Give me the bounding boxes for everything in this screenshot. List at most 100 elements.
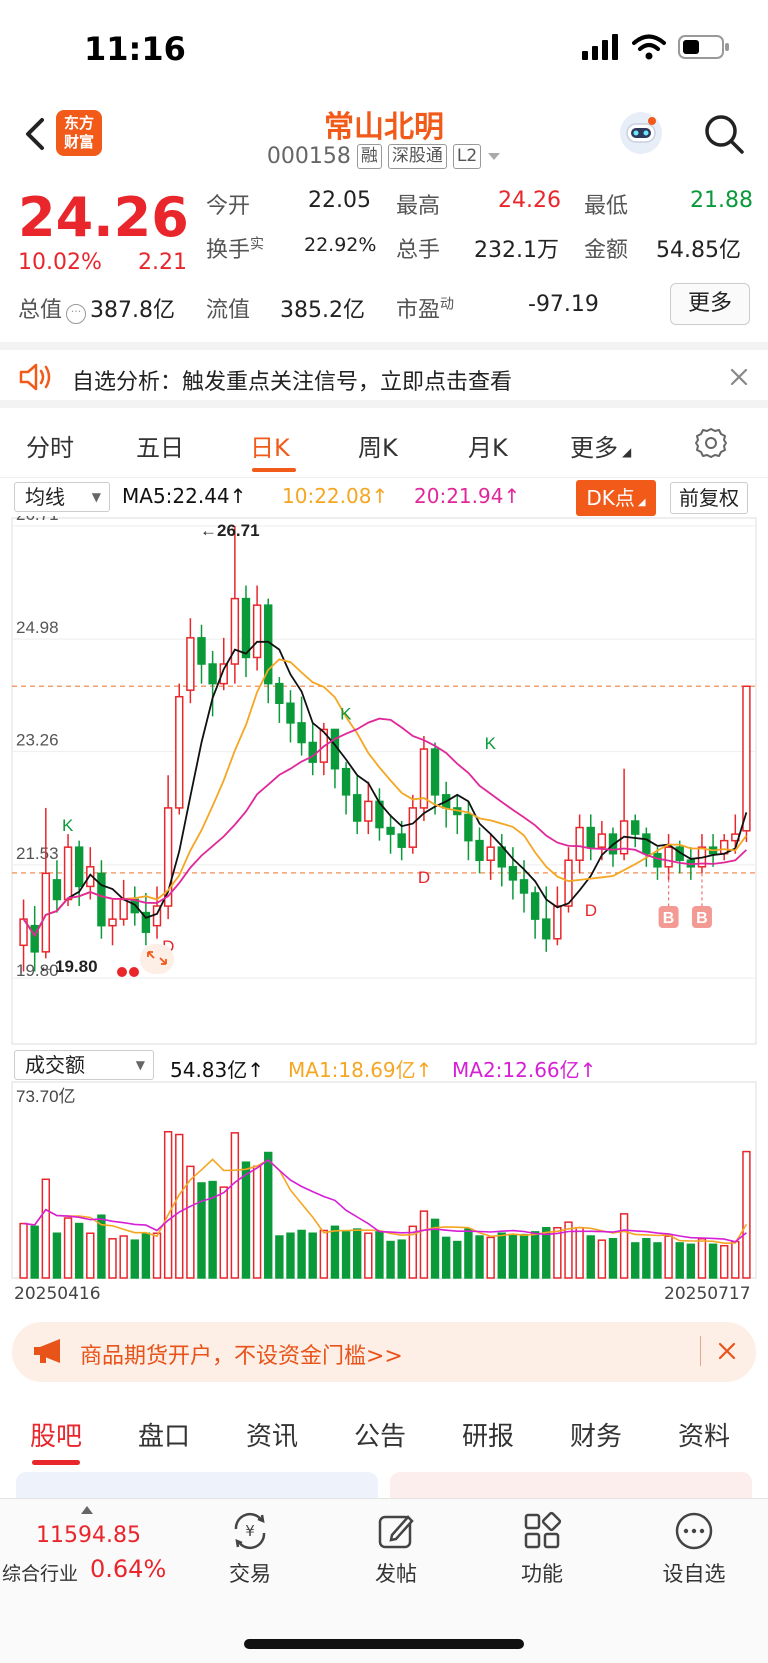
volume-max-label: 73.70亿 bbox=[16, 1087, 76, 1106]
functions-button[interactable]: 功能 bbox=[492, 1509, 592, 1588]
tab-monthly-k[interactable]: 月K bbox=[468, 428, 508, 463]
volume-bar bbox=[453, 1240, 462, 1279]
candle-down bbox=[97, 860, 106, 939]
tab-more[interactable]: 更多 ◢ bbox=[570, 428, 631, 463]
open-value: 22.05 bbox=[308, 188, 371, 213]
info-icon: ··· bbox=[66, 304, 87, 324]
volume-bar bbox=[364, 1232, 373, 1279]
candle-body bbox=[197, 637, 206, 665]
tab-guba[interactable]: 股吧 bbox=[30, 1416, 82, 1453]
buy-signal-text: B bbox=[696, 910, 708, 927]
open-label: 今开 bbox=[206, 194, 251, 219]
volume-value: 232.1万 bbox=[474, 238, 559, 263]
high-label: 最高 bbox=[396, 194, 441, 219]
tab-announcements[interactable]: 公告 bbox=[354, 1416, 406, 1453]
turnover-amount: 54.83亿↑ bbox=[170, 1058, 265, 1082]
candle-body bbox=[530, 892, 540, 920]
bottom-toolbar: 11594.85 综合行业 0.64% ¥ 交易 发帖 功能 设自选 bbox=[0, 1498, 768, 1663]
volume-ma1: MA1:18.69亿↑ bbox=[288, 1058, 433, 1082]
volume-bar bbox=[286, 1232, 295, 1279]
dk-signal-button[interactable]: DK点 ◢ bbox=[576, 480, 656, 516]
candle-up bbox=[697, 834, 707, 874]
volume-bar bbox=[575, 1226, 584, 1279]
signal-marker: K bbox=[340, 705, 352, 724]
settings-gear-icon[interactable] bbox=[694, 426, 728, 460]
futures-ad-banner[interactable]: 商品期货开户，不设资金门槛>> bbox=[12, 1322, 756, 1382]
event-dot bbox=[117, 967, 127, 977]
candle-up bbox=[175, 683, 184, 815]
candle-up bbox=[108, 899, 117, 946]
volume-ma-line bbox=[23, 1158, 747, 1243]
candle-up bbox=[186, 618, 195, 704]
index-percent: 0.64% bbox=[90, 1555, 167, 1583]
caret-down-icon bbox=[488, 152, 501, 160]
indicator-select[interactable]: 均线 ▼ bbox=[14, 482, 110, 512]
ad-close-icon[interactable] bbox=[718, 1342, 736, 1360]
tab-five-day[interactable]: 五日 bbox=[136, 428, 184, 463]
active-content-tab-indicator bbox=[32, 1460, 80, 1465]
assistant-robot-icon[interactable] bbox=[618, 110, 664, 156]
volume-svg[interactable]: 73.70亿 bbox=[0, 1080, 768, 1280]
volume-bar bbox=[130, 1239, 139, 1279]
tab-weekly-k[interactable]: 周K bbox=[358, 428, 398, 463]
tab-intraday[interactable]: 分时 bbox=[26, 428, 74, 463]
candle-body bbox=[119, 898, 128, 920]
change-percent: 10.02% bbox=[18, 250, 102, 275]
kline-svg[interactable]: 26.7124.9823.2621.5319.80 ←26.71←19.80KK… bbox=[0, 505, 768, 1046]
tab-order-book[interactable]: 盘口 bbox=[138, 1416, 190, 1453]
candle-body bbox=[63, 846, 73, 901]
ad-text: 商品期货开户，不设资金门槛>> bbox=[80, 1344, 403, 1369]
volume-indicator-select[interactable]: 成交额 ▼ bbox=[14, 1050, 154, 1080]
candle-down bbox=[441, 781, 451, 828]
volume-chart[interactable]: 73.70亿 bbox=[0, 1080, 768, 1280]
volume-bar bbox=[219, 1186, 228, 1279]
last-price: 24.26 bbox=[18, 186, 189, 249]
volume-bar bbox=[230, 1132, 240, 1279]
more-button[interactable]: 更多 bbox=[670, 283, 750, 325]
volume-bar bbox=[486, 1236, 495, 1279]
candle-body bbox=[653, 852, 662, 868]
volume-label: 总手 bbox=[396, 238, 441, 263]
svg-text:¥: ¥ bbox=[245, 1522, 255, 1540]
tab-financials[interactable]: 财务 bbox=[570, 1416, 622, 1453]
volume-bar bbox=[297, 1229, 306, 1279]
candle-body bbox=[475, 839, 484, 862]
high-value: 24.26 bbox=[498, 188, 561, 213]
search-icon[interactable] bbox=[702, 112, 746, 156]
tab-daily-k[interactable]: 日K bbox=[250, 428, 290, 463]
industry-index[interactable]: 11594.85 综合行业 0.64% bbox=[0, 1499, 170, 1609]
tab-profile[interactable]: 资料 bbox=[678, 1416, 730, 1453]
candle-body bbox=[430, 748, 440, 796]
tab-research[interactable]: 研报 bbox=[462, 1416, 514, 1453]
volume-bar bbox=[653, 1242, 662, 1279]
volume-bar bbox=[241, 1161, 251, 1279]
pe-value: -97.19 bbox=[528, 292, 599, 317]
volume-bar bbox=[86, 1232, 95, 1279]
amount-label: 金额 bbox=[584, 238, 629, 263]
adjust-button[interactable]: 前复权 bbox=[670, 482, 748, 514]
signal-marker: D bbox=[585, 901, 597, 920]
add-watchlist-button[interactable]: 设自选 bbox=[644, 1509, 744, 1588]
market-cap[interactable]: 总值 ··· 387.8亿 bbox=[18, 292, 175, 324]
tab-news[interactable]: 资讯 bbox=[246, 1416, 298, 1453]
volume-bar bbox=[619, 1213, 629, 1279]
trade-button[interactable]: ¥ 交易 bbox=[200, 1509, 300, 1588]
volume-bar bbox=[63, 1217, 73, 1279]
volume-bar bbox=[586, 1235, 595, 1279]
volume-legend: 成交额 ▼ 54.83亿↑ MA1:18.69亿↑ MA2:12.66亿↑ bbox=[0, 1046, 768, 1084]
post-button[interactable]: 发帖 bbox=[346, 1509, 446, 1588]
candle-down bbox=[642, 827, 651, 867]
more-circle-icon bbox=[675, 1512, 713, 1550]
candle-up bbox=[619, 768, 629, 861]
kline-chart[interactable]: 26.7124.9823.2621.5319.80 ←26.71←19.80KK… bbox=[0, 505, 768, 1046]
pe-label: 市盈动 bbox=[396, 296, 455, 323]
candle-up bbox=[719, 834, 729, 861]
content-tabs: 股吧 盘口 资讯 公告 研报 财务 资料 bbox=[0, 1396, 768, 1502]
volume-bar bbox=[330, 1225, 340, 1279]
price-axis-label: 21.53 bbox=[16, 844, 59, 863]
close-icon[interactable] bbox=[730, 368, 748, 386]
analysis-notice[interactable]: 自选分析：触发重点关注信号，立即点击查看 bbox=[0, 342, 768, 408]
candle-body bbox=[341, 767, 351, 796]
volume-bar bbox=[397, 1239, 406, 1279]
candle-body bbox=[664, 846, 673, 868]
